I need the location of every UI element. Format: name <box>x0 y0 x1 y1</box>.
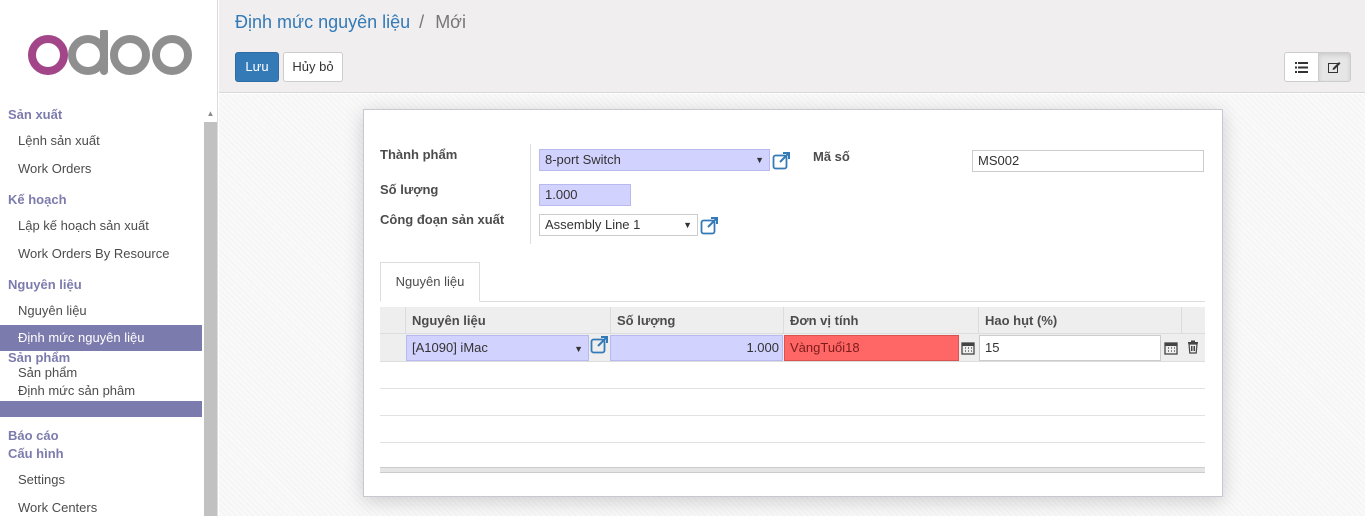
code-input[interactable]: MS002 <box>972 150 1204 172</box>
odoo-logo[interactable] <box>26 30 194 80</box>
material-select[interactable]: [A1090] iMac ▼ <box>406 335 589 361</box>
cancel-button[interactable]: Hủy bỏ <box>283 52 343 82</box>
column-header-actions <box>1181 307 1205 334</box>
external-link-icon[interactable] <box>772 150 792 170</box>
section-production: Sản xuất <box>8 107 63 122</box>
form-view-button[interactable] <box>1317 53 1350 81</box>
chevron-down-icon: ▼ <box>683 220 692 230</box>
routing-select[interactable]: Assembly Line 1 ▼ <box>539 214 698 236</box>
routing-value: Assembly Line 1 <box>545 217 641 232</box>
list-view-button[interactable] <box>1285 53 1318 81</box>
scroll-up-arrow[interactable]: ▲ <box>205 108 216 120</box>
view-switcher <box>1284 52 1351 82</box>
calendar-icon[interactable] <box>1164 341 1178 355</box>
form-content: Thành phẩm Số lượng Công đoạn sản xuất 8… <box>219 94 1365 516</box>
sidebar-item-products[interactable]: Sản phẩm <box>0 365 202 380</box>
sidebar-highlight-bar <box>0 401 202 417</box>
routing-label: Công đoạn sản xuất <box>380 212 505 227</box>
chevron-down-icon: ▼ <box>574 344 583 354</box>
column-header-waste[interactable]: Hao hụt (%) <box>978 307 1181 334</box>
sidebar-item-product-bom[interactable]: Định mức sản phâm <box>0 383 202 398</box>
code-value: MS002 <box>978 153 1020 168</box>
product-select[interactable]: 8-port Switch ▼ <box>539 149 770 171</box>
section-planning: Kế hoạch <box>8 192 67 207</box>
empty-row-divider <box>380 415 1205 416</box>
section-products: Sản phẩm <box>8 350 71 365</box>
sidebar-item-materials[interactable]: Nguyên liệu <box>0 303 202 318</box>
waste-value: 15 <box>985 340 1000 355</box>
breadcrumb: Định mức nguyên liệu / Mới <box>235 12 466 33</box>
sidebar-item-manufacturing-orders[interactable]: Lệnh sản xuất <box>0 133 202 148</box>
sidebar-item-settings[interactable]: Settings <box>0 472 202 487</box>
line-quantity-input[interactable]: 1.000 <box>610 335 783 361</box>
field-divider <box>530 144 531 244</box>
calendar-icon[interactable] <box>961 341 975 355</box>
breadcrumb-current: Mới <box>435 12 466 32</box>
breadcrumb-separator: / <box>419 12 425 32</box>
empty-row-divider <box>380 388 1205 389</box>
section-materials: Nguyên liệu <box>8 277 82 292</box>
column-header-uom[interactable]: Đơn vị tính <box>783 307 978 334</box>
breadcrumb-parent[interactable]: Định mức nguyên liệu <box>235 12 410 32</box>
save-button[interactable]: Lưu <box>235 52 279 82</box>
external-link-icon[interactable] <box>590 334 610 354</box>
uom-input[interactable]: VàngTuổi18 <box>784 335 959 361</box>
sidebar-item-work-orders[interactable]: Work Orders <box>0 161 202 176</box>
table-row[interactable]: [A1090] iMac ▼ 1.000 VàngTuổi18 15 <box>380 334 1205 362</box>
list-view-icon <box>1294 61 1308 73</box>
sidebar-scrollbar[interactable] <box>204 122 217 516</box>
column-header-quantity[interactable]: Số lượng <box>610 307 783 334</box>
tab-materials[interactable]: Nguyên liệu <box>380 262 480 302</box>
waste-input[interactable]: 15 <box>979 335 1161 361</box>
trash-icon[interactable] <box>1186 340 1200 354</box>
table-footer <box>380 467 1205 473</box>
quantity-input[interactable]: 1.000 <box>539 184 631 206</box>
line-quantity-value: 1.000 <box>746 340 779 355</box>
column-header-material[interactable]: Nguyên liệu <box>405 307 610 334</box>
material-value: [A1090] iMac <box>412 340 488 355</box>
form-sheet: Thành phẩm Số lượng Công đoạn sản xuất 8… <box>363 109 1223 497</box>
sidebar-item-work-centers[interactable]: Work Centers <box>0 500 202 515</box>
lines-table-header: Nguyên liệu Số lượng Đơn vị tính Hao hụt… <box>380 307 1205 334</box>
sidebar-item-work-orders-by-resource[interactable]: Work Orders By Resource <box>0 246 202 261</box>
sidebar-item-bom[interactable]: Định mức nguyên liệu <box>0 325 202 351</box>
form-edit-icon <box>1327 62 1341 73</box>
section-config: Cấu hình <box>8 446 64 461</box>
chevron-down-icon: ▼ <box>755 155 764 165</box>
tabs-baseline <box>380 301 1205 302</box>
empty-row-divider <box>380 442 1205 443</box>
control-panel: Định mức nguyên liệu / Mới Lưu Hủy bỏ <box>219 0 1365 93</box>
external-link-icon[interactable] <box>700 215 720 235</box>
quantity-value: 1.000 <box>545 187 578 202</box>
quantity-label: Số lượng <box>380 182 439 197</box>
sidebar-item-production-planning[interactable]: Lập kế hoạch sản xuất <box>0 218 202 233</box>
uom-value: VàngTuổi18 <box>790 340 860 355</box>
product-value: 8-port Switch <box>545 152 621 167</box>
product-label: Thành phẩm <box>380 147 458 162</box>
sidebar: ▲ Sản xuất Lệnh sản xuất Work Orders Kế … <box>0 0 218 516</box>
code-label: Mã số <box>813 149 850 164</box>
section-reports[interactable]: Báo cáo <box>8 428 59 443</box>
